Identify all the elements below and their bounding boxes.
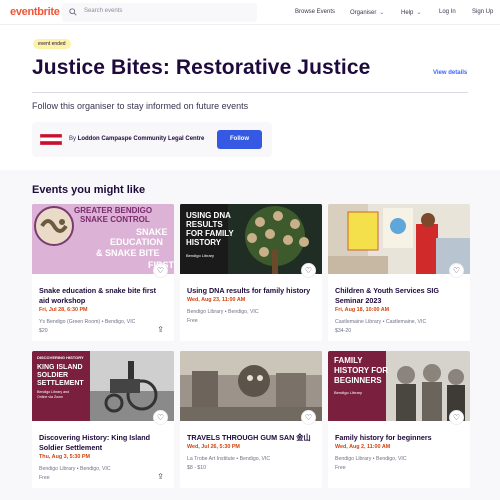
heart-icon[interactable]: ♡: [153, 410, 168, 425]
event-image: GREATER BENDIGO SNAKE CONTROL SNAKE EDUC…: [32, 204, 174, 274]
heart-icon[interactable]: ♡: [449, 263, 464, 278]
event-image: [328, 204, 470, 274]
event-date: Fri, Aug 18, 10:00 AM: [335, 307, 390, 313]
event-image: FAMILY HISTORY FOR BEGINNERS Bendigo Lib…: [328, 351, 470, 421]
chevron-down-icon: ⌄: [379, 10, 385, 16]
event-date: Wed, Aug 23, 11:00 AM: [187, 297, 246, 303]
heart-icon[interactable]: ♡: [153, 263, 168, 278]
search-icon: [69, 8, 77, 16]
event-price: $20: [39, 328, 48, 334]
event-card[interactable]: USING DNA RESULTS FOR FAMILY HISTORY Ben…: [180, 204, 322, 341]
event-price: Free: [187, 318, 198, 324]
follow-button[interactable]: Follow: [217, 130, 262, 149]
event-image: [180, 351, 322, 421]
event-title[interactable]: Children & Youth Services SIG Seminar 20…: [335, 286, 463, 306]
image-text: BEGINNERS: [334, 376, 382, 385]
share-icon[interactable]: ⇪: [157, 325, 164, 334]
event-location: Bendigo Library • Bendigo, VIC: [187, 309, 259, 315]
status-badge: event ended: [33, 39, 71, 49]
event-card[interactable]: GREATER BENDIGO SNAKE CONTROL SNAKE EDUC…: [32, 204, 174, 341]
share-icon[interactable]: ⇪: [157, 472, 164, 481]
page-title: Justice Bites: Restorative Justice: [32, 56, 371, 79]
image-text: Bendigo Library: [334, 390, 363, 395]
library-photo-image: [328, 204, 470, 274]
event-title[interactable]: Discovering History: King Island Soldier…: [39, 433, 167, 453]
event-date: Thu, Aug 3, 5:30 PM: [39, 454, 91, 460]
section-title: Events you might like: [32, 184, 146, 196]
nav-organiser-label: Organiser: [350, 10, 377, 16]
heart-icon[interactable]: ♡: [449, 410, 464, 425]
event-card[interactable]: ♡ Children & Youth Services SIG Seminar …: [328, 204, 470, 341]
search-placeholder: Search events: [84, 8, 123, 14]
organiser-card: By Loddon Campaspe Community Legal Centr…: [32, 122, 272, 157]
organiser-name-label: Loddon Campaspe Community Legal Centre: [77, 136, 205, 142]
historic-photo-image: [180, 351, 322, 421]
event-image: USING DNA RESULTS FOR FAMILY HISTORY Ben…: [180, 204, 322, 274]
chevron-down-icon: ⌄: [416, 10, 422, 16]
event-location: Bendigo Library • Bendigo, VIC: [39, 466, 111, 472]
image-text: HISTORY: [186, 238, 222, 247]
event-price: Free: [39, 475, 50, 481]
event-price: $8 - $10: [187, 465, 207, 471]
nav-organiser[interactable]: Organiser ⌄: [350, 9, 384, 16]
nav-browse-events[interactable]: Browse Events: [295, 9, 335, 15]
event-location: Bendigo Library • Bendigo, VIC: [335, 456, 407, 462]
image-text: FAMILY: [334, 356, 363, 365]
heart-icon[interactable]: ♡: [301, 263, 316, 278]
event-price: Free: [335, 465, 346, 471]
organiser-name[interactable]: By Loddon Campaspe Community Legal Centr…: [69, 136, 204, 142]
image-text: EDUCATION: [110, 237, 163, 247]
image-text: RESULTS: [186, 220, 223, 229]
top-navigation-bar: eventbrite Search events Browse Events O…: [0, 0, 500, 25]
organiser-logo: [40, 134, 62, 145]
image-text: DISCOVERING HISTORY: [37, 355, 84, 360]
event-image: DISCOVERING HISTORY KING ISLAND SOLDIER …: [32, 351, 174, 421]
nav-help[interactable]: Help ⌄: [401, 9, 421, 16]
event-card[interactable]: ♡ TRAVELS THROUGH GUM SAN 金山 Wed, Jul 26…: [180, 351, 322, 488]
image-text: HISTORY FOR: [334, 366, 389, 375]
image-text: SNAKE CONTROL: [80, 215, 150, 224]
event-price: $34-20: [335, 328, 352, 334]
event-location: Ys Bendigo (Green Room) • Bendigo, VIC: [39, 319, 136, 325]
image-text: SOLDIER: [37, 372, 69, 379]
event-card[interactable]: DISCOVERING HISTORY KING ISLAND SOLDIER …: [32, 351, 174, 488]
image-text: & SNAKE BITE: [96, 248, 160, 258]
nav-help-label: Help: [401, 10, 414, 16]
event-location: La Trobe Art Institute • Bendigo, VIC: [187, 456, 271, 462]
nav-signup[interactable]: Sign Up: [472, 9, 493, 15]
view-details-link[interactable]: View details: [433, 70, 467, 76]
image-text: USING DNA: [186, 211, 231, 220]
follow-prompt-text: Follow this organiser to stay informed o…: [32, 101, 249, 111]
image-text: KING ISLAND: [37, 364, 83, 371]
image-text: FOR FAMILY: [186, 229, 234, 238]
event-title[interactable]: Family history for beginners: [335, 433, 463, 443]
event-title[interactable]: Using DNA results for family history: [187, 286, 315, 296]
eventbrite-logo[interactable]: eventbrite: [10, 6, 60, 18]
event-card[interactable]: FAMILY HISTORY FOR BEGINNERS Bendigo Lib…: [328, 351, 470, 488]
divider: [32, 92, 468, 93]
event-title[interactable]: Snake education & snake bite first aid w…: [39, 286, 167, 306]
image-text: Online via Zoom: [37, 395, 64, 399]
event-date: Fri, Jul 28, 6:30 PM: [39, 307, 88, 313]
event-location: Castlemaine Library • Castlemaine, VIC: [335, 319, 427, 325]
image-text: Bendigo Library: [186, 253, 215, 258]
organiser-prefix: By: [69, 136, 77, 142]
heart-icon[interactable]: ♡: [301, 410, 316, 425]
image-text: SETTLEMENT: [37, 380, 84, 387]
image-text: SNAKE: [136, 227, 168, 237]
event-title[interactable]: TRAVELS THROUGH GUM SAN 金山: [187, 433, 315, 443]
search-input[interactable]: Search events: [62, 3, 257, 22]
event-date: Wed, Jul 26, 5:30 PM: [187, 444, 240, 450]
event-date: Wed, Aug 2, 11:00 AM: [335, 444, 391, 450]
nav-login[interactable]: Log In: [439, 9, 456, 15]
image-text: GREATER BENDIGO: [74, 206, 153, 215]
